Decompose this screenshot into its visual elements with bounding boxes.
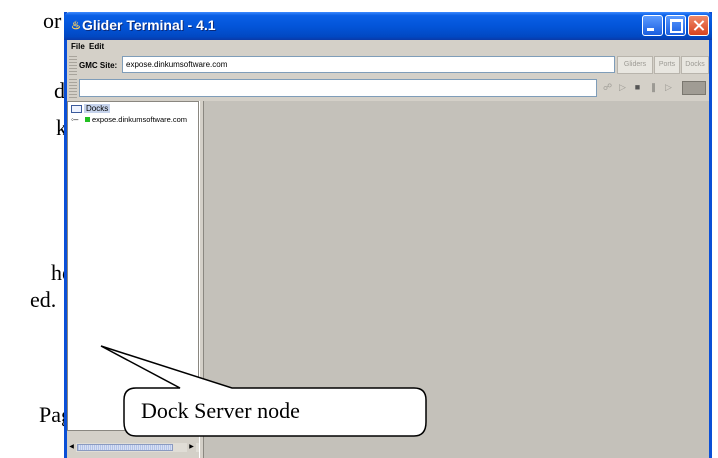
callout-label: Dock Server node — [141, 398, 300, 423]
callout-bubble — [100, 345, 427, 437]
